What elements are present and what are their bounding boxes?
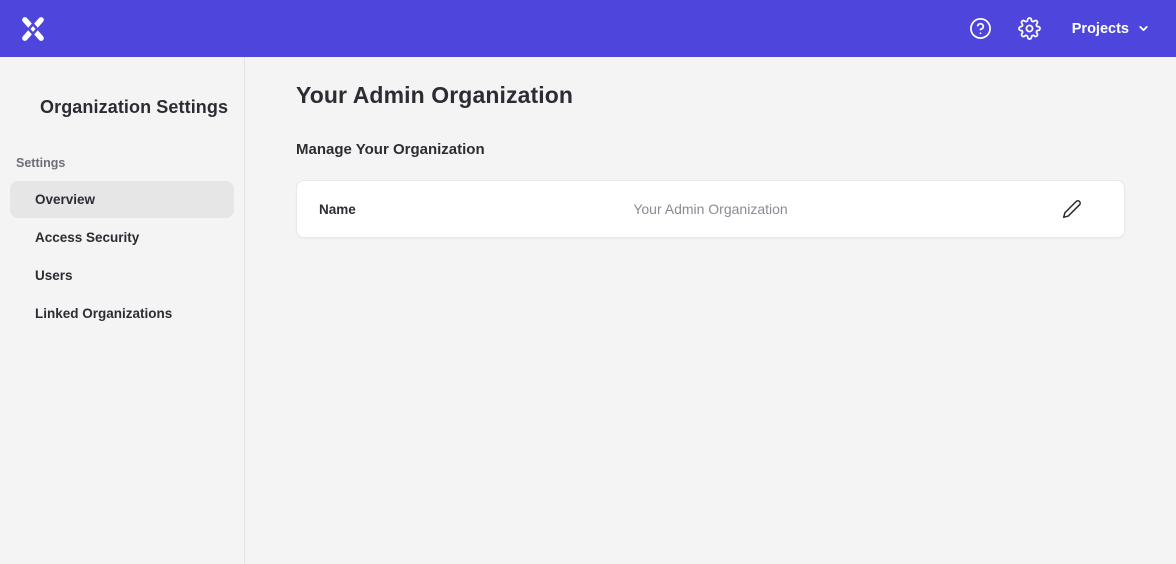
settings-button[interactable] xyxy=(1018,17,1042,41)
page-title: Your Admin Organization xyxy=(296,82,1125,109)
sidebar-item-users[interactable]: Users xyxy=(10,257,234,294)
section-title: Manage Your Organization xyxy=(296,141,1125,158)
chevron-down-icon xyxy=(1137,22,1150,35)
projects-menu-button[interactable]: Projects xyxy=(1072,21,1150,37)
sidebar-title: Organization Settings xyxy=(0,57,244,118)
top-nav-bar: Projects xyxy=(0,0,1176,57)
settings-sidebar: Organization Settings Settings Overview … xyxy=(0,57,245,564)
topbar-actions: Projects xyxy=(944,17,1150,41)
name-field-label: Name xyxy=(319,202,356,217)
main-content: Your Admin Organization Manage Your Orga… xyxy=(245,57,1176,564)
name-field-value: Your Admin Organization xyxy=(633,201,787,217)
name-field-card: Name Your Admin Organization xyxy=(296,180,1125,238)
pencil-icon xyxy=(1062,199,1082,219)
mixpanel-logo-icon[interactable] xyxy=(20,16,46,42)
gear-icon xyxy=(1018,17,1041,40)
help-circle-icon xyxy=(969,17,992,40)
sidebar-nav: Overview Access Security Users Linked Or… xyxy=(10,181,234,332)
sidebar-section-label: Settings xyxy=(16,156,244,170)
sidebar-item-access-security[interactable]: Access Security xyxy=(10,219,234,256)
sidebar-item-linked-organizations[interactable]: Linked Organizations xyxy=(10,295,234,332)
help-button[interactable] xyxy=(969,17,993,41)
edit-name-button[interactable] xyxy=(1060,197,1084,221)
sidebar-item-overview[interactable]: Overview xyxy=(10,181,234,218)
projects-menu-label: Projects xyxy=(1072,21,1129,37)
